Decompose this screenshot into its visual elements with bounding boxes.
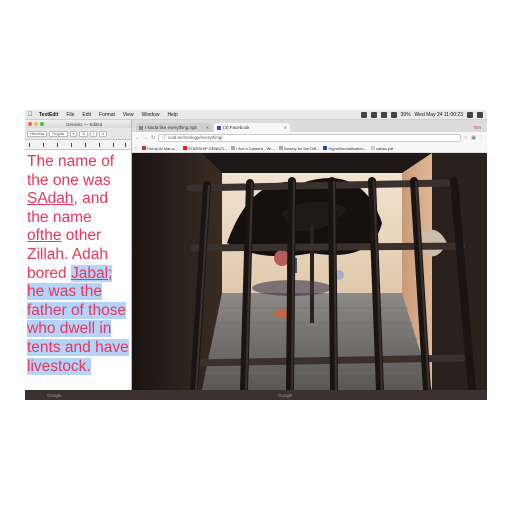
textedit-window-title: Genesis — Edited bbox=[66, 121, 103, 127]
youtube-icon bbox=[182, 146, 187, 150]
desktop-screen:  TextEdit File Edit Format View Window … bbox=[25, 110, 487, 400]
ruler-tab-stop[interactable] bbox=[85, 143, 86, 147]
selected-text: he was the father of those who dwell in … bbox=[27, 283, 129, 375]
volume-icon[interactable] bbox=[390, 111, 397, 118]
wikipedia-icon bbox=[231, 146, 236, 150]
wifi-icon[interactable] bbox=[380, 111, 387, 118]
ruler-tab-stop[interactable] bbox=[71, 143, 72, 147]
selected-misspelled-word: Jabal; bbox=[70, 264, 113, 282]
textedit-titlebar[interactable]: Genesis — Edited bbox=[25, 120, 131, 128]
battery-percent[interactable]: 39% bbox=[401, 112, 411, 118]
bookmark-item[interactable]: STARSHIP GENIUS... bbox=[182, 145, 228, 151]
tab-label: (3) Facebook bbox=[223, 125, 250, 130]
ruler-tab-stop[interactable] bbox=[99, 143, 100, 147]
ruler-tab-stop[interactable] bbox=[113, 143, 114, 147]
pdf-icon bbox=[370, 146, 375, 150]
tab-everything[interactable]: I kinda like everything.ngit ✕ bbox=[136, 123, 212, 132]
font-size-select[interactable]: ▾ bbox=[69, 130, 78, 137]
extension-icon[interactable]: ▣ bbox=[471, 135, 476, 141]
underline-button[interactable]: U bbox=[98, 130, 108, 137]
menu-window[interactable]: Window bbox=[138, 112, 164, 118]
url-text: void.technology/everything/ bbox=[167, 135, 223, 140]
bookmark-label: HyperNormalisation... bbox=[328, 145, 367, 151]
back-icon[interactable]: ← bbox=[135, 135, 140, 141]
textedit-window: Genesis — Edited Helvetica Regular ▾ B I… bbox=[25, 120, 132, 390]
bookmark-favicon bbox=[323, 146, 328, 150]
dock-item-label[interactable]: Google bbox=[47, 393, 62, 398]
navigation-bar: ← → ↻ ⓘ void.technology/everything/ ☆ ▣ … bbox=[132, 132, 487, 144]
close-tab-icon[interactable]: ✕ bbox=[206, 125, 209, 130]
ruler-tab-stop[interactable] bbox=[57, 143, 58, 147]
misspelled-word: ofthe bbox=[27, 227, 62, 245]
dock-item-label[interactable]: Google bbox=[278, 393, 293, 398]
3d-jail-cell-scene[interactable] bbox=[132, 153, 487, 390]
minimize-window-icon[interactable] bbox=[34, 122, 38, 126]
misspelled-word: SAdah bbox=[27, 190, 74, 208]
menu-app-name[interactable]: TextEdit bbox=[35, 112, 62, 118]
menu-bar:  TextEdit File Edit Format View Window … bbox=[25, 110, 487, 120]
bookmark-label: Trump At Mar-a-... bbox=[146, 145, 179, 151]
floor bbox=[202, 293, 432, 390]
menu-file[interactable]: File bbox=[62, 112, 78, 118]
apple-icon[interactable]:  bbox=[25, 112, 35, 118]
airplay-icon[interactable] bbox=[370, 111, 377, 118]
zoom-window-icon[interactable] bbox=[40, 122, 44, 126]
bookmark-favicon bbox=[141, 146, 146, 150]
format-toolbar: Helvetica Regular ▾ B I U bbox=[25, 128, 131, 140]
tab-facebook[interactable]: (3) Facebook ✕ bbox=[214, 123, 290, 132]
tab-label: I kinda like everything.ngit bbox=[145, 125, 197, 130]
profile-button[interactable]: Tim bbox=[474, 125, 487, 132]
web-content-viewport[interactable] bbox=[132, 153, 487, 390]
bookmark-star-icon[interactable]: ☆ bbox=[464, 135, 468, 141]
font-family-select[interactable]: Helvetica bbox=[27, 130, 48, 137]
font-style-select[interactable]: Regular bbox=[49, 130, 68, 137]
bookmark-item[interactable]: HyperNormalisation... bbox=[323, 145, 367, 151]
bookmark-item[interactable]: I Am a Camera - Wi... bbox=[231, 145, 275, 151]
close-tab-icon[interactable]: ✕ bbox=[284, 125, 287, 130]
bookmark-item[interactable]: Trump At Mar-a-... bbox=[141, 145, 179, 151]
menu-icon[interactable]: ⋮ bbox=[479, 135, 484, 141]
dropbox-icon[interactable] bbox=[360, 111, 367, 118]
page-icon bbox=[139, 125, 143, 130]
notification-center-icon[interactable] bbox=[477, 111, 483, 118]
menu-edit[interactable]: Edit bbox=[78, 112, 95, 118]
spotlight-icon[interactable] bbox=[467, 111, 473, 118]
ruler-tab-stop[interactable] bbox=[43, 143, 44, 147]
bookmark-label: I Am a Camera - Wi... bbox=[236, 145, 275, 151]
bookmark-label: Society for the Diff... bbox=[283, 145, 320, 151]
forward-icon[interactable]: → bbox=[143, 135, 148, 141]
menu-view[interactable]: View bbox=[119, 112, 138, 118]
wikipedia-icon bbox=[278, 146, 283, 150]
close-window-icon[interactable] bbox=[28, 122, 32, 126]
chrome-window: I kinda like everything.ngit ✕ (3) Faceb… bbox=[132, 120, 487, 390]
bookmark-item[interactable]: Society for the Diff... bbox=[278, 145, 320, 151]
reload-icon[interactable]: ↻ bbox=[151, 135, 155, 141]
menu-help[interactable]: Help bbox=[163, 112, 181, 118]
dock-bar: Google Google bbox=[25, 390, 487, 400]
bookmark-label: carlsa.pdf bbox=[375, 145, 394, 151]
bookmark-item[interactable]: carlsa.pdf bbox=[370, 145, 394, 151]
italic-button[interactable]: I bbox=[89, 130, 97, 137]
ruler-tab-stop[interactable] bbox=[29, 143, 30, 147]
bookmarks-bar: ∷ Trump At Mar-a-... STARSHIP GENIUS... … bbox=[132, 144, 487, 153]
bar-top bbox=[186, 179, 451, 192]
page-info-icon[interactable]: ⓘ bbox=[162, 135, 167, 140]
document-text-area[interactable]: The name of the one was SAdah, and the n… bbox=[25, 150, 131, 379]
tree-trunk bbox=[310, 223, 314, 323]
bookmark-label: STARSHIP GENIUS... bbox=[187, 145, 228, 151]
apps-icon[interactable]: ∷ bbox=[135, 146, 138, 151]
tab-strip: I kinda like everything.ngit ✕ (3) Faceb… bbox=[132, 120, 487, 132]
bold-button[interactable]: B bbox=[79, 130, 88, 137]
ruler-tab-stop[interactable] bbox=[125, 143, 126, 147]
menu-clock[interactable]: Wed May 24 11:00:23 bbox=[415, 112, 463, 118]
address-bar[interactable]: ⓘ void.technology/everything/ bbox=[158, 134, 461, 142]
body-text: The name of the one was bbox=[27, 153, 115, 189]
facebook-icon bbox=[217, 125, 221, 130]
menu-format[interactable]: Format bbox=[95, 112, 119, 118]
ruler[interactable] bbox=[25, 140, 131, 150]
